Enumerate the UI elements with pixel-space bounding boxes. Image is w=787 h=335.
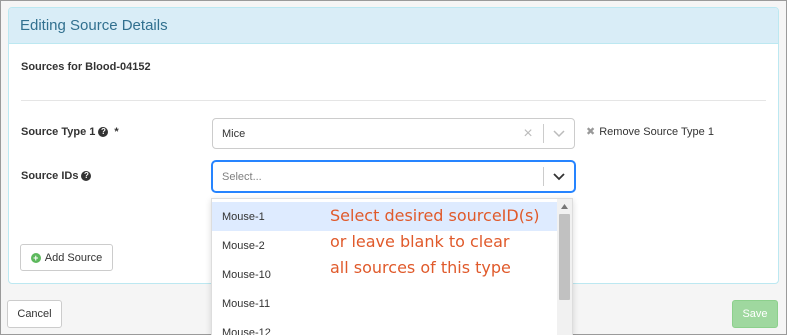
cancel-label: Cancel	[17, 308, 52, 320]
menu-option[interactable]: Mouse-12	[212, 318, 558, 335]
source-type-label-group: Source Type 1 ? *	[21, 126, 119, 138]
source-ids-label: Source IDs	[21, 170, 79, 182]
source-ids-placeholder: Select...	[222, 170, 262, 183]
remove-source-type-label: Remove Source Type 1	[599, 125, 714, 138]
chevron-down-icon[interactable]	[544, 129, 574, 138]
plus-circle-icon: +	[30, 252, 41, 263]
source-ids-label-group: Source IDs ?	[21, 170, 92, 182]
add-source-button[interactable]: + Add Source	[20, 244, 113, 271]
save-label: Save	[742, 308, 768, 320]
remove-source-type-link[interactable]: ✖ Remove Source Type 1	[586, 125, 714, 139]
add-source-label: Add Source	[44, 251, 103, 264]
panel-title: Editing Source Details	[9, 8, 778, 44]
menu-option[interactable]: Mouse-11	[212, 289, 558, 318]
help-icon[interactable]: ?	[81, 171, 92, 181]
close-icon: ✖	[586, 126, 596, 138]
annotation-callout: Select desired sourceID(s) or leave blan…	[330, 203, 560, 281]
required-mark: *	[114, 126, 119, 138]
annotation-line: or leave blank to clear	[330, 232, 510, 251]
scroll-thumb[interactable]	[559, 214, 570, 300]
source-type-select[interactable]: Mice ×	[212, 118, 575, 149]
source-type-value: Mice	[222, 127, 246, 140]
cancel-button[interactable]: Cancel	[7, 300, 62, 328]
save-button[interactable]: Save	[732, 300, 778, 328]
source-type-label: Source Type 1	[21, 126, 96, 138]
annotation-line: all sources of this type	[330, 258, 511, 277]
clear-icon[interactable]: ×	[513, 125, 543, 143]
divider	[21, 100, 766, 101]
help-icon[interactable]: ?	[98, 127, 109, 137]
chevron-down-icon[interactable]	[544, 172, 574, 181]
annotation-line: Select desired sourceID(s)	[330, 206, 540, 225]
source-ids-select[interactable]: Select...	[212, 161, 575, 192]
sample-heading: Sources for Blood-04152	[21, 61, 151, 73]
